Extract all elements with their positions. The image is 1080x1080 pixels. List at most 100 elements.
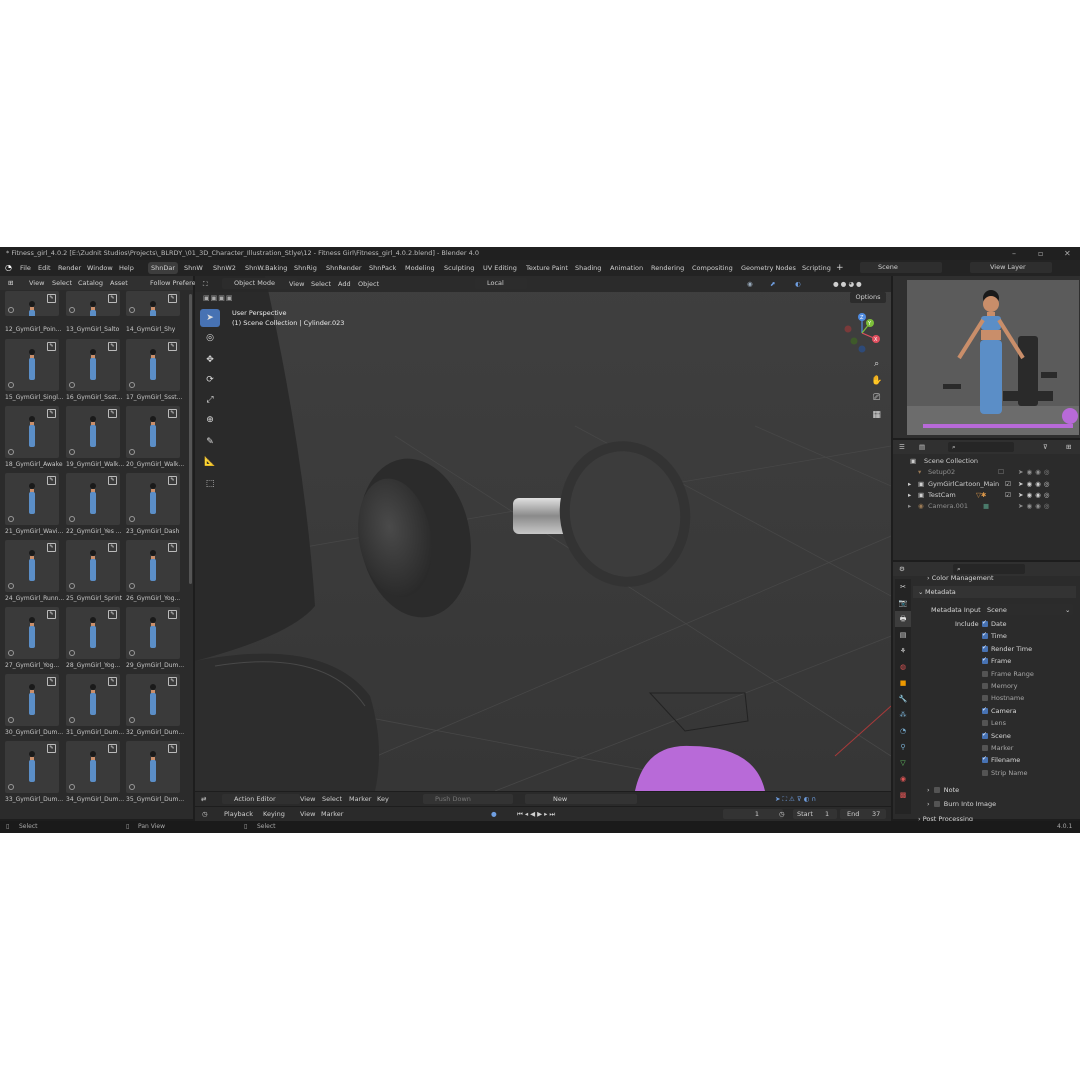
asset-thumbnail[interactable]: ✎ [126,674,180,726]
metadata-field-row[interactable]: Marker [982,744,1013,752]
metadata-field-checkbox[interactable] [982,695,988,702]
edit-asset-icon[interactable]: ✎ [108,677,117,686]
edit-asset-icon[interactable]: ✎ [47,294,56,303]
asset-menu-view[interactable]: View [29,276,44,290]
edit-asset-icon[interactable]: ✎ [108,409,117,418]
asset-thumbnail[interactable]: ✎ [66,473,120,525]
follow-prefs-menu[interactable]: Follow Prefere [150,276,196,290]
metadata-field-row[interactable]: Frame Range [982,670,1034,678]
viewport-menu-view[interactable]: View [289,276,304,292]
gizmo-toggle-icon[interactable]: ⬈ [770,276,775,292]
expand-arrow-icon[interactable]: ▸ [908,490,911,501]
asset-thumbnail[interactable]: ✎ [5,339,59,391]
end-frame-field[interactable]: End 37 [840,809,886,819]
edit-asset-icon[interactable]: ✎ [108,610,117,619]
select-box-tool[interactable]: ➤ [200,309,220,327]
display-mode-icon[interactable]: ▤ [919,440,925,454]
tl-menu-marker[interactable]: Marker [321,807,343,821]
outliner-row-testcam[interactable]: ▸ ▣ TestCam ▽✱ ☑ ➤◉◉◎ [900,490,1078,501]
scene-selector[interactable]: Scene [860,262,942,273]
edit-asset-icon[interactable]: ✎ [47,409,56,418]
edit-asset-icon[interactable]: ✎ [108,476,117,485]
asset-thumbnail[interactable]: ✎ [5,607,59,659]
autokey-icon[interactable]: ● [491,807,497,821]
material-tab-icon[interactable]: ◉ [895,771,911,787]
metadata-field-checkbox[interactable] [982,720,988,727]
ae-menu-select[interactable]: Select [322,792,342,806]
metadata-field-row[interactable]: Filename [982,755,1020,764]
exclude-checkbox[interactable]: ☑ [1005,490,1011,501]
tab-shading[interactable]: Shading [575,260,601,276]
edit-asset-icon[interactable]: ✎ [108,543,117,552]
pan-hand-icon[interactable]: ✋ [871,373,882,390]
constraints-tab-icon[interactable]: ⚲ [895,739,911,755]
view-layer-selector[interactable]: View Layer [970,262,1052,273]
minimize-icon[interactable]: – [1012,247,1016,260]
asset-thumbnail[interactable]: ✎ [5,741,59,793]
menu-edit[interactable]: Edit [38,260,51,276]
tab-geometry-nodes[interactable]: Geometry Nodes [741,260,796,276]
metadata-field-row[interactable]: Lens [982,719,1006,727]
asset-thumbnail[interactable]: ✎ [126,406,180,458]
asset-scrollbar[interactable] [189,294,192,584]
edit-asset-icon[interactable]: ✎ [47,342,56,351]
outliner-editor-icon[interactable]: ☰ [899,440,905,454]
metadata-field-checkbox[interactable] [982,619,988,627]
tab-compositing[interactable]: Compositing [692,260,733,276]
asset-menu-select[interactable]: Select [52,276,72,290]
cursor-tool[interactable]: ◎ [200,329,220,347]
navigation-gizmo[interactable]: Z Y X [840,311,884,355]
asset-thumbnail[interactable]: ✎ [66,339,120,391]
world-tab-icon[interactable]: ◍ [895,659,911,675]
tab-rendering[interactable]: Rendering [651,260,684,276]
rotate-tool[interactable]: ⟳ [200,371,220,389]
edit-asset-icon[interactable]: ✎ [47,476,56,485]
restriction-icons[interactable]: ➤◉◉◎ [1018,501,1052,512]
metadata-field-checkbox[interactable] [982,745,988,751]
metadata-input-dropdown[interactable]: Scene ⌄ [983,604,1073,615]
move-tool[interactable]: ✥ [200,351,220,369]
ae-menu-view[interactable]: View [300,792,315,806]
editor-type-icon[interactable]: ⊞ [8,276,13,290]
add-workspace-icon[interactable]: + [836,260,844,276]
camera-preview[interactable] [893,276,1080,438]
edit-asset-icon[interactable]: ✎ [47,610,56,619]
edit-asset-icon[interactable]: ✎ [108,294,117,303]
asset-menu-catalog[interactable]: Catalog [78,276,103,290]
tab-uv-editing[interactable]: UV Editing [483,260,517,276]
modifier-tab-icon[interactable]: 🔧 [895,691,911,707]
output-tab-icon[interactable]: 🖶 [895,611,911,627]
physics-tab-icon[interactable]: ◔ [895,723,911,739]
edit-asset-icon[interactable]: ✎ [168,409,177,418]
menu-render[interactable]: Render [58,260,81,276]
edit-asset-icon[interactable]: ✎ [47,744,56,753]
color-management-panel[interactable]: › Color Management [927,574,994,582]
new-action-button[interactable]: New [525,794,637,804]
asset-thumbnail[interactable]: ✎ [126,540,180,592]
asset-thumbnail[interactable]: ✎ [126,741,180,793]
asset-thumbnail[interactable]: ✎ [126,607,180,659]
tl-menu-view[interactable]: View [300,807,315,821]
asset-thumbnail[interactable]: ✎ [5,291,59,316]
metadata-field-row[interactable]: Frame [982,656,1011,665]
edit-asset-icon[interactable]: ✎ [108,342,117,351]
timeline-editor-icon[interactable]: ◷ [202,807,208,821]
asset-menu-asset[interactable]: Asset [110,276,128,290]
viewport-3d[interactable]: ⛶ Object Mode View Select Add Object Loc… [195,276,891,791]
metadata-field-row[interactable]: Date [982,619,1007,628]
tab-shnrig[interactable]: ShnRig [294,260,317,276]
edit-asset-icon[interactable]: ✎ [108,744,117,753]
restriction-icons[interactable]: ➤◉◉◎ [1018,467,1052,478]
asset-thumbnail[interactable]: ✎ [126,473,180,525]
asset-thumbnail[interactable]: ✎ [66,741,120,793]
expand-arrow-icon[interactable]: ▸ [908,501,911,512]
select-mode-icons[interactable]: ▣▣▣▣ [203,294,233,302]
metadata-field-row[interactable]: Time [982,631,1007,640]
asset-thumbnail[interactable]: ✎ [5,473,59,525]
metadata-field-checkbox[interactable] [982,631,988,640]
object-tab-icon[interactable]: ■ [895,675,911,691]
outliner-row-camera001[interactable]: ▸ ◉ Camera.001 ■ ➤◉◉◎ [900,501,1078,512]
metadata-field-row[interactable]: Scene [982,731,1011,740]
edit-asset-icon[interactable]: ✎ [168,342,177,351]
edit-asset-icon[interactable]: ✎ [47,543,56,552]
